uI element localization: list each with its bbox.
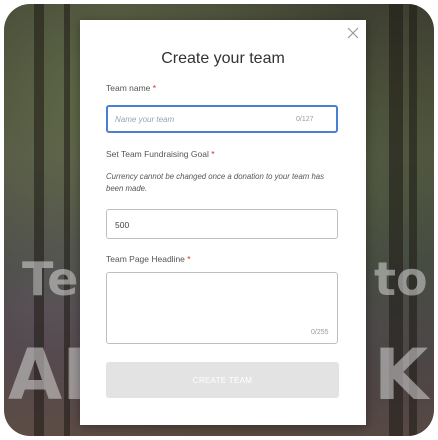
headline-char-counter: 0/255	[311, 329, 329, 336]
goal-label-text: Set Team Fundraising Goal	[106, 149, 209, 159]
create-team-button[interactable]: CREATE TEAM	[106, 362, 339, 398]
background-headline-fragment: Te	[22, 252, 79, 306]
modal-title: Create your team	[161, 50, 285, 67]
required-mark: *	[211, 149, 215, 159]
team-name-placeholder: Name your team	[115, 115, 175, 124]
goal-value: 500	[115, 220, 130, 230]
team-name-input[interactable]: Name your team 0/127	[106, 105, 338, 133]
goal-input[interactable]: 500	[106, 209, 338, 239]
team-name-char-counter: 0/127	[296, 116, 314, 123]
currency-note: Currency cannot be changed once a donati…	[106, 172, 325, 193]
create-team-modal: Create your team Team name * Name your t…	[80, 20, 366, 425]
headline-label-text: Team Page Headline	[106, 254, 185, 264]
required-mark: *	[152, 83, 157, 93]
headline-textarea[interactable]: 0/255	[106, 272, 338, 344]
goal-label: Set Team Fundraising Goal *	[106, 149, 215, 159]
team-name-label-text: Team name	[106, 83, 151, 93]
background-headline-fragment: to	[374, 252, 428, 306]
team-name-label: Team name *	[106, 83, 156, 93]
headline-label: Team Page Headline *	[106, 254, 191, 264]
required-mark: *	[187, 254, 191, 264]
background-headline-fragment: K	[374, 334, 429, 416]
close-icon[interactable]	[345, 25, 361, 41]
